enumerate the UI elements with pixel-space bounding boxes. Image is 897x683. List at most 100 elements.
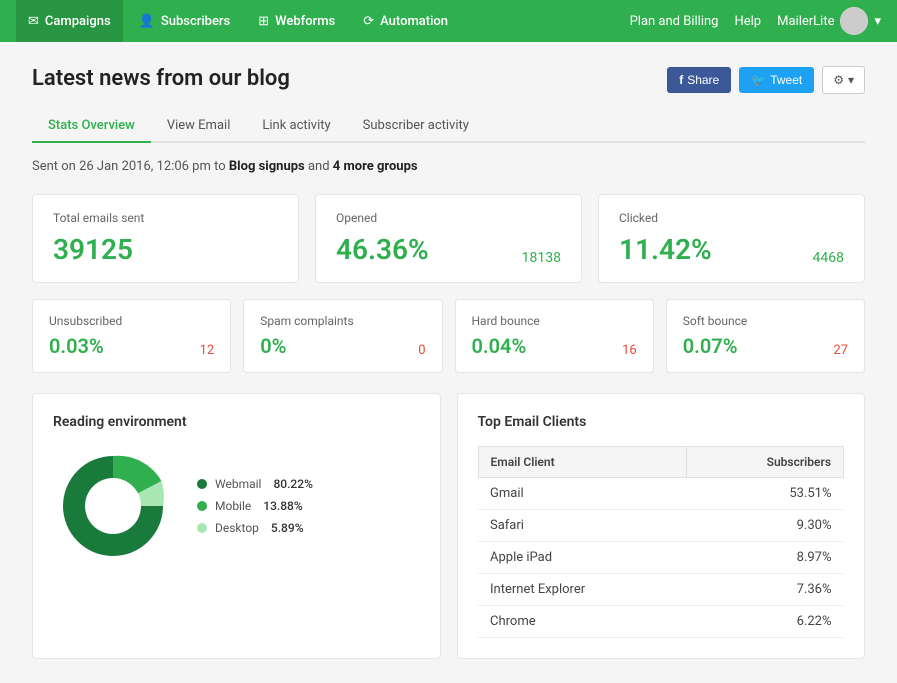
stat-clicked-label: Clicked: [619, 211, 844, 225]
sent-suffix: and: [308, 159, 330, 174]
avatar-image: [840, 7, 868, 35]
webmail-pct: 80.22%: [273, 477, 312, 491]
stat-opened-count: 18138: [522, 250, 561, 266]
tabs: Stats Overview View Email Link activity …: [32, 110, 865, 143]
stat-spam: Spam complaints 0% 0: [243, 299, 442, 373]
table-row: Gmail 53.51%: [478, 478, 844, 510]
bottom-row: Reading environment: [32, 393, 865, 659]
col-subscribers: Subscribers: [687, 447, 844, 478]
stat-hard-bounce-label: Hard bounce: [472, 314, 637, 328]
nav-webforms[interactable]: ⊞ Webforms: [246, 0, 347, 42]
client-subscribers: 53.51%: [687, 478, 844, 510]
nav-webforms-label: Webforms: [275, 14, 335, 29]
desktop-pct: 5.89%: [271, 521, 304, 535]
sent-group: Blog signups: [229, 159, 305, 174]
navbar: ✉ Campaigns 👤 Subscribers ⊞ Webforms ⟳ A…: [0, 0, 897, 42]
tweet-button[interactable]: 🐦 Tweet: [739, 67, 814, 93]
client-name: Internet Explorer: [478, 574, 687, 606]
nav-right: Plan and Billing Help MailerLite ▾: [630, 7, 881, 35]
automation-icon: ⟳: [363, 14, 374, 29]
tweet-icon: 🐦: [751, 73, 766, 87]
stat-clicked-row: 11.42% 4468: [619, 233, 844, 266]
stats-row-top: Total emails sent 39125 Opened 46.36% 18…: [32, 194, 865, 283]
desktop-dot: [197, 523, 207, 533]
stat-opened: Opened 46.36% 18138: [315, 194, 582, 283]
mobile-label: Mobile: [215, 499, 251, 513]
legend-mobile: Mobile 13.88%: [197, 499, 313, 513]
table-row: Internet Explorer 7.36%: [478, 574, 844, 606]
nav-automation[interactable]: ⟳ Automation: [351, 0, 460, 42]
stat-unsubscribed-count: 12: [200, 343, 215, 358]
stat-total-emails-row: 39125: [53, 233, 278, 266]
tab-link-activity[interactable]: Link activity: [246, 110, 346, 143]
nav-chevron-icon: ▾: [874, 14, 881, 29]
stat-clicked-count: 4468: [813, 250, 844, 266]
desktop-label: Desktop: [215, 521, 259, 535]
table-body: Gmail 53.51% Safari 9.30% Apple iPad 8.9…: [478, 478, 844, 638]
stat-unsubscribed-label: Unsubscribed: [49, 314, 214, 328]
stat-clicked-value: 11.42%: [619, 233, 712, 266]
header-actions: f Share 🐦 Tweet ⚙ ▾: [667, 66, 865, 94]
settings-chevron: ▾: [848, 73, 854, 87]
share-icon: f: [679, 73, 683, 87]
webmail-label: Webmail: [215, 477, 261, 491]
stat-total-emails: Total emails sent 39125: [32, 194, 299, 283]
stat-unsubscribed-value: 0.03%: [49, 334, 104, 358]
stat-spam-value: 0%: [260, 334, 286, 358]
gear-icon: ⚙: [833, 73, 844, 87]
stat-hard-bounce-row: 0.04% 16: [472, 334, 637, 358]
nav-left: ✉ Campaigns 👤 Subscribers ⊞ Webforms ⟳ A…: [16, 0, 460, 42]
tab-stats-overview[interactable]: Stats Overview: [32, 110, 151, 143]
stat-opened-label: Opened: [336, 211, 561, 225]
stat-total-emails-label: Total emails sent: [53, 211, 278, 225]
share-button[interactable]: f Share: [667, 67, 731, 93]
page-header: Latest news from our blog f Share 🐦 Twee…: [32, 66, 865, 94]
sent-prefix: Sent on 26 Jan 2016, 12:06 pm to: [32, 159, 226, 174]
client-name: Chrome: [478, 606, 687, 638]
nav-user[interactable]: MailerLite ▾: [777, 7, 881, 35]
client-name: Gmail: [478, 478, 687, 510]
stat-spam-label: Spam complaints: [260, 314, 425, 328]
page-title: Latest news from our blog: [32, 66, 290, 91]
nav-automation-label: Automation: [380, 14, 448, 29]
avatar: [840, 7, 868, 35]
nav-subscribers[interactable]: 👤 Subscribers: [127, 0, 243, 42]
email-clients-table: Email Client Subscribers Gmail 53.51% Sa…: [478, 446, 845, 638]
nav-campaigns-label: Campaigns: [45, 14, 111, 29]
stat-soft-bounce-count: 27: [833, 343, 848, 358]
nav-brand: MailerLite: [777, 14, 834, 29]
client-subscribers: 9.30%: [687, 510, 844, 542]
table-header-row: Email Client Subscribers: [478, 447, 844, 478]
tweet-label: Tweet: [770, 73, 802, 87]
client-subscribers: 6.22%: [687, 606, 844, 638]
tab-subscriber-activity[interactable]: Subscriber activity: [347, 110, 485, 143]
nav-help[interactable]: Help: [734, 14, 761, 29]
client-subscribers: 7.36%: [687, 574, 844, 606]
settings-button[interactable]: ⚙ ▾: [822, 66, 865, 94]
chart-area: Webmail 80.22% Mobile 13.88% Desktop 5.8…: [53, 446, 420, 566]
stat-opened-value: 46.36%: [336, 233, 429, 266]
pie-chart: [53, 446, 173, 566]
legend-desktop: Desktop 5.89%: [197, 521, 313, 535]
client-name: Safari: [478, 510, 687, 542]
stat-hard-bounce-count: 16: [622, 343, 637, 358]
subscribers-icon: 👤: [139, 14, 155, 29]
stat-spam-count: 0: [418, 343, 425, 358]
col-email-client: Email Client: [478, 447, 687, 478]
stats-row-bottom: Unsubscribed 0.03% 12 Spam complaints 0%…: [32, 299, 865, 373]
chart-legend: Webmail 80.22% Mobile 13.88% Desktop 5.8…: [197, 477, 313, 535]
nav-campaigns[interactable]: ✉ Campaigns: [16, 0, 123, 42]
sent-more: 4 more groups: [333, 159, 418, 174]
stat-soft-bounce-row: 0.07% 27: [683, 334, 848, 358]
client-name: Apple iPad: [478, 542, 687, 574]
tab-view-email[interactable]: View Email: [151, 110, 247, 143]
stat-unsubscribed-row: 0.03% 12: [49, 334, 214, 358]
stat-opened-row: 46.36% 18138: [336, 233, 561, 266]
nav-plan-billing[interactable]: Plan and Billing: [630, 14, 719, 29]
mobile-dot: [197, 501, 207, 511]
webmail-dot: [197, 479, 207, 489]
table-row: Apple iPad 8.97%: [478, 542, 844, 574]
nav-subscribers-label: Subscribers: [161, 14, 230, 29]
sent-info: Sent on 26 Jan 2016, 12:06 pm to Blog si…: [32, 159, 865, 174]
stat-spam-row: 0% 0: [260, 334, 425, 358]
